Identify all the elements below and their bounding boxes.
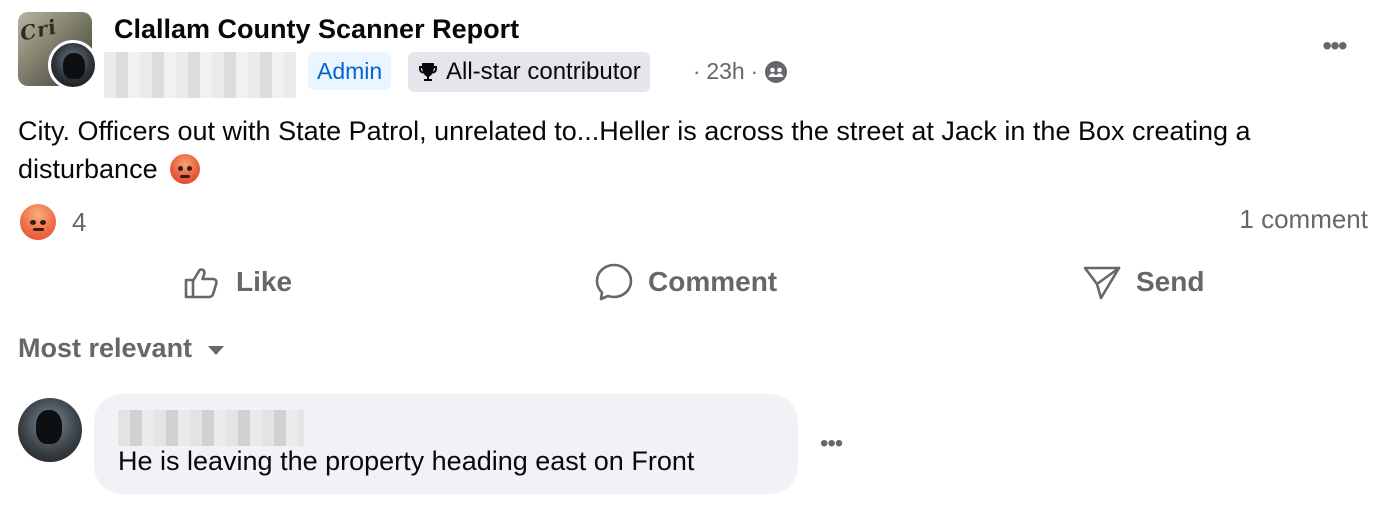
post-body: City. Officers out with State Patrol, un… (18, 112, 1348, 188)
group-audience-icon[interactable] (764, 60, 788, 84)
reaction-count: 4 (72, 206, 87, 237)
author-name-redacted[interactable] (104, 52, 296, 98)
group-avatar-graphic: Cri (18, 14, 60, 46)
comment-label: Comment (648, 266, 778, 297)
commenter-avatar[interactable] (18, 398, 82, 462)
reaction-summary[interactable]: 4 (18, 202, 86, 242)
separator: · (750, 58, 759, 84)
comment-more-options-icon[interactable]: ••• (820, 430, 843, 458)
badge-label: All-star contributor (446, 58, 641, 85)
send-icon (1083, 266, 1121, 300)
comment-text: He is leaving the property heading east … (118, 446, 695, 476)
cat-silhouette (36, 410, 62, 444)
commenter-name-redacted[interactable] (118, 410, 304, 446)
author-avatar[interactable] (48, 40, 98, 90)
all-star-contributor-badge[interactable]: All-star contributor (408, 52, 650, 92)
comment-button[interactable]: Comment (594, 256, 777, 308)
post-meta: · 23h · (693, 58, 788, 85)
like-label: Like (236, 266, 293, 297)
post-time[interactable]: 23h (706, 58, 744, 85)
admin-badge[interactable]: Admin (308, 52, 392, 90)
comment-bubble-icon (595, 263, 633, 301)
like-button[interactable]: Like (182, 256, 292, 308)
send-button[interactable]: Send (1082, 256, 1204, 308)
more-options-icon[interactable]: ••• (1312, 28, 1356, 64)
comment-sort-dropdown[interactable]: Most relevant (18, 333, 225, 364)
caret-down-icon (208, 346, 225, 355)
angry-reaction-icon (18, 202, 58, 242)
trophy-icon (419, 63, 437, 81)
separator: · (693, 58, 701, 84)
angry-face-emoji-icon (169, 154, 200, 184)
cat-silhouette (63, 53, 85, 79)
group-name[interactable]: Clallam County Scanner Report (114, 14, 519, 45)
sort-label: Most relevant (18, 333, 193, 363)
post-text: City. Officers out with State Patrol, un… (18, 116, 1251, 184)
send-label: Send (1136, 266, 1205, 297)
thumbs-up-icon (184, 268, 218, 299)
comment-count[interactable]: 1 comment (1239, 204, 1368, 235)
